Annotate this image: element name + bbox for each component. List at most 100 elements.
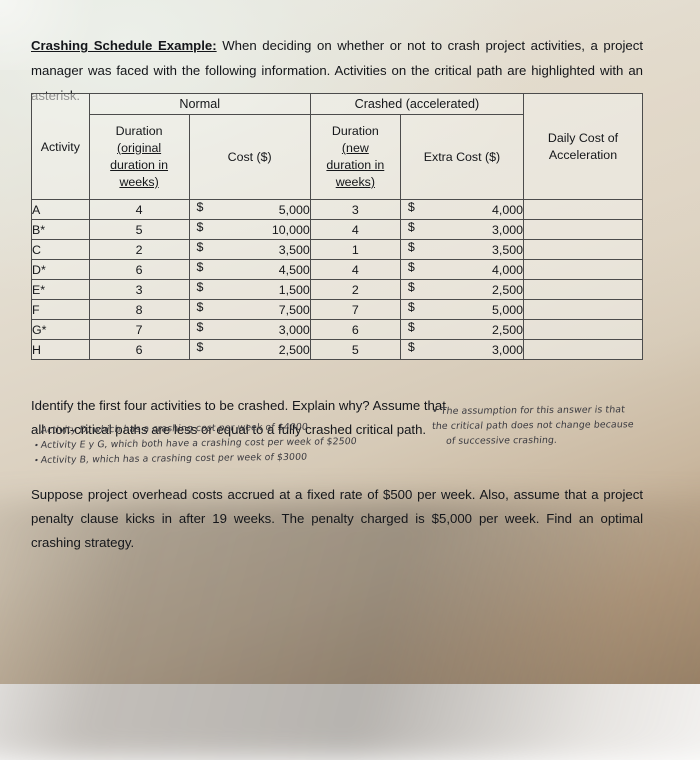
cell-normal-duration: 4 [88,199,190,220]
header-daily-cost-of-acceleration: Daily Cost of Acceleration [523,93,643,200]
bullet-marker: • [33,455,40,465]
cell-normal-duration: 6 [88,259,190,280]
cell-daily-cost [523,339,643,360]
cell-crashed-duration: 5 [309,339,401,360]
cell-daily-cost [523,259,643,280]
intro-lead-label: Crashing Schedule Example: [31,38,217,54]
cell-extra-cost-value: 4,000 [491,262,523,277]
handwritten-note-line: • The assumption for this answer is that [431,404,626,417]
bullet-marker: • [33,425,40,435]
handwritten-note-text: Activity B, which has a crashing cost pe… [40,451,308,466]
currency-symbol: $ [196,320,204,334]
cell-normal-duration: 3 [88,279,190,300]
cell-extra-cost-value: 3,000 [491,342,523,357]
header-normal-duration-line4: weeks) [119,175,159,189]
currency-symbol: $ [196,340,204,354]
cell-normal-cost-value: 4,500 [278,262,310,277]
cell-crashed-duration: 4 [309,219,401,240]
table-row: C 2 $3,500 1 $3,500 [31,239,643,260]
table-row: B* 5 $10,000 4 $3,000 [31,219,643,240]
group-header-crashed: Crashed (accelerated) [309,93,525,115]
cell-daily-cost [523,319,643,340]
cell-crashed-duration: 7 [309,299,401,320]
cell-normal-duration: 5 [88,219,190,240]
cell-daily-cost [523,199,643,220]
table-row: E* 3 $1,500 2 $2,500 [31,279,643,300]
table-body: A 4 $5,000 3 $4,000 B* 5 $10,000 4 $3,00… [31,199,643,360]
cell-normal-cost-value: 5,000 [278,202,310,217]
currency-symbol: $ [407,340,415,354]
currency-symbol: $ [196,220,204,234]
cell-extra-cost-value: 4,000 [491,202,523,217]
handwritten-note-line: •Activity B, which has a crashing cost p… [33,449,435,467]
currency-symbol: $ [407,220,415,234]
cell-activity: E* [31,279,90,300]
table-row: D* 6 $4,500 4 $4,000 [31,259,643,280]
cell-normal-cost-value: 3,500 [278,242,310,257]
cell-daily-cost [523,279,643,300]
cell-activity: F [31,299,90,320]
table-row: F 8 $7,500 7 $5,000 [31,299,643,320]
table-group-header-row: Activity Normal Crashed (accelerated) Da… [31,93,643,200]
table-row: A 4 $5,000 3 $4,000 [31,199,643,220]
cell-crashed-duration: 4 [309,259,401,280]
cell-normal-cost: $3,000 [188,319,311,340]
currency-symbol: $ [196,260,204,274]
document-content: Crashing Schedule Example: When deciding… [0,0,700,684]
header-normal-duration: Duration (original duration in weeks) [88,114,190,200]
handwritten-notes-left: •Activity D, which has a crashing cost p… [33,421,435,469]
cell-normal-cost: $7,500 [188,299,311,320]
bullet-marker: • [33,440,40,450]
currency-symbol: $ [407,200,415,214]
header-crashed-duration-line3: duration in [326,158,385,172]
header-activity: Activity [31,93,90,200]
cell-extra-cost: $2,500 [399,319,525,340]
cell-extra-cost-value: 2,500 [491,282,523,297]
header-normal-cost: Cost ($) [188,114,311,200]
question-two-text: Suppose project overhead costs accrued a… [31,487,643,551]
cell-extra-cost: $4,000 [399,199,525,220]
currency-symbol: $ [196,300,204,314]
cell-normal-cost: $2,500 [188,339,311,360]
cell-crashed-duration: 3 [309,199,401,220]
currency-symbol: $ [407,260,415,274]
cell-daily-cost [523,299,643,320]
cell-extra-cost-value: 5,000 [491,302,523,317]
header-normal-duration-line3: duration in [110,158,169,172]
cell-normal-cost-value: 1,500 [278,282,310,297]
table-row: H 6 $2,500 5 $3,000 [31,339,643,360]
handwritten-note-text: Activity E y G, which both have a crashi… [40,436,358,451]
crashing-schedule-table: Activity Normal Crashed (accelerated) Da… [31,93,643,360]
handwritten-note-line: of successive crashing. [445,434,558,447]
cell-crashed-duration: 2 [309,279,401,300]
cell-normal-cost: $5,000 [188,199,311,220]
cell-extra-cost: $3,000 [399,339,525,360]
currency-symbol: $ [407,280,415,294]
cell-extra-cost: $5,000 [399,299,525,320]
cell-activity: B* [31,219,90,240]
currency-symbol: $ [196,280,204,294]
cell-extra-cost-value: 3,000 [491,222,523,237]
cell-normal-duration: 6 [88,339,190,360]
cell-activity: D* [31,259,90,280]
cell-normal-duration: 8 [88,299,190,320]
cell-activity: G* [31,319,90,340]
handwritten-notes-right: • The assumption for this answer is that… [431,404,700,450]
cell-normal-cost-value: 2,500 [278,342,310,357]
currency-symbol: $ [407,300,415,314]
header-crashed-duration: Duration (new duration in weeks) [309,114,401,200]
header-normal-duration-line2: (original [117,141,162,155]
cell-crashed-duration: 1 [309,239,401,260]
cell-extra-cost: $4,000 [399,259,525,280]
handwritten-note-line: the critical path does not change becaus… [431,419,635,432]
cell-extra-cost-value: 2,500 [491,322,523,337]
cell-normal-cost: $4,500 [188,259,311,280]
cell-activity: C [31,239,90,260]
header-daily-cost-line1: Daily Cost of [547,130,619,145]
handwritten-note-text: Activity D, which has a crashing cost pe… [40,421,309,436]
cell-activity: A [31,199,90,220]
currency-symbol: $ [407,240,415,254]
header-crashed-duration-line2: (new [341,141,369,155]
cell-normal-cost-value: 10,000 [271,222,310,237]
cell-normal-cost: $10,000 [188,219,311,240]
